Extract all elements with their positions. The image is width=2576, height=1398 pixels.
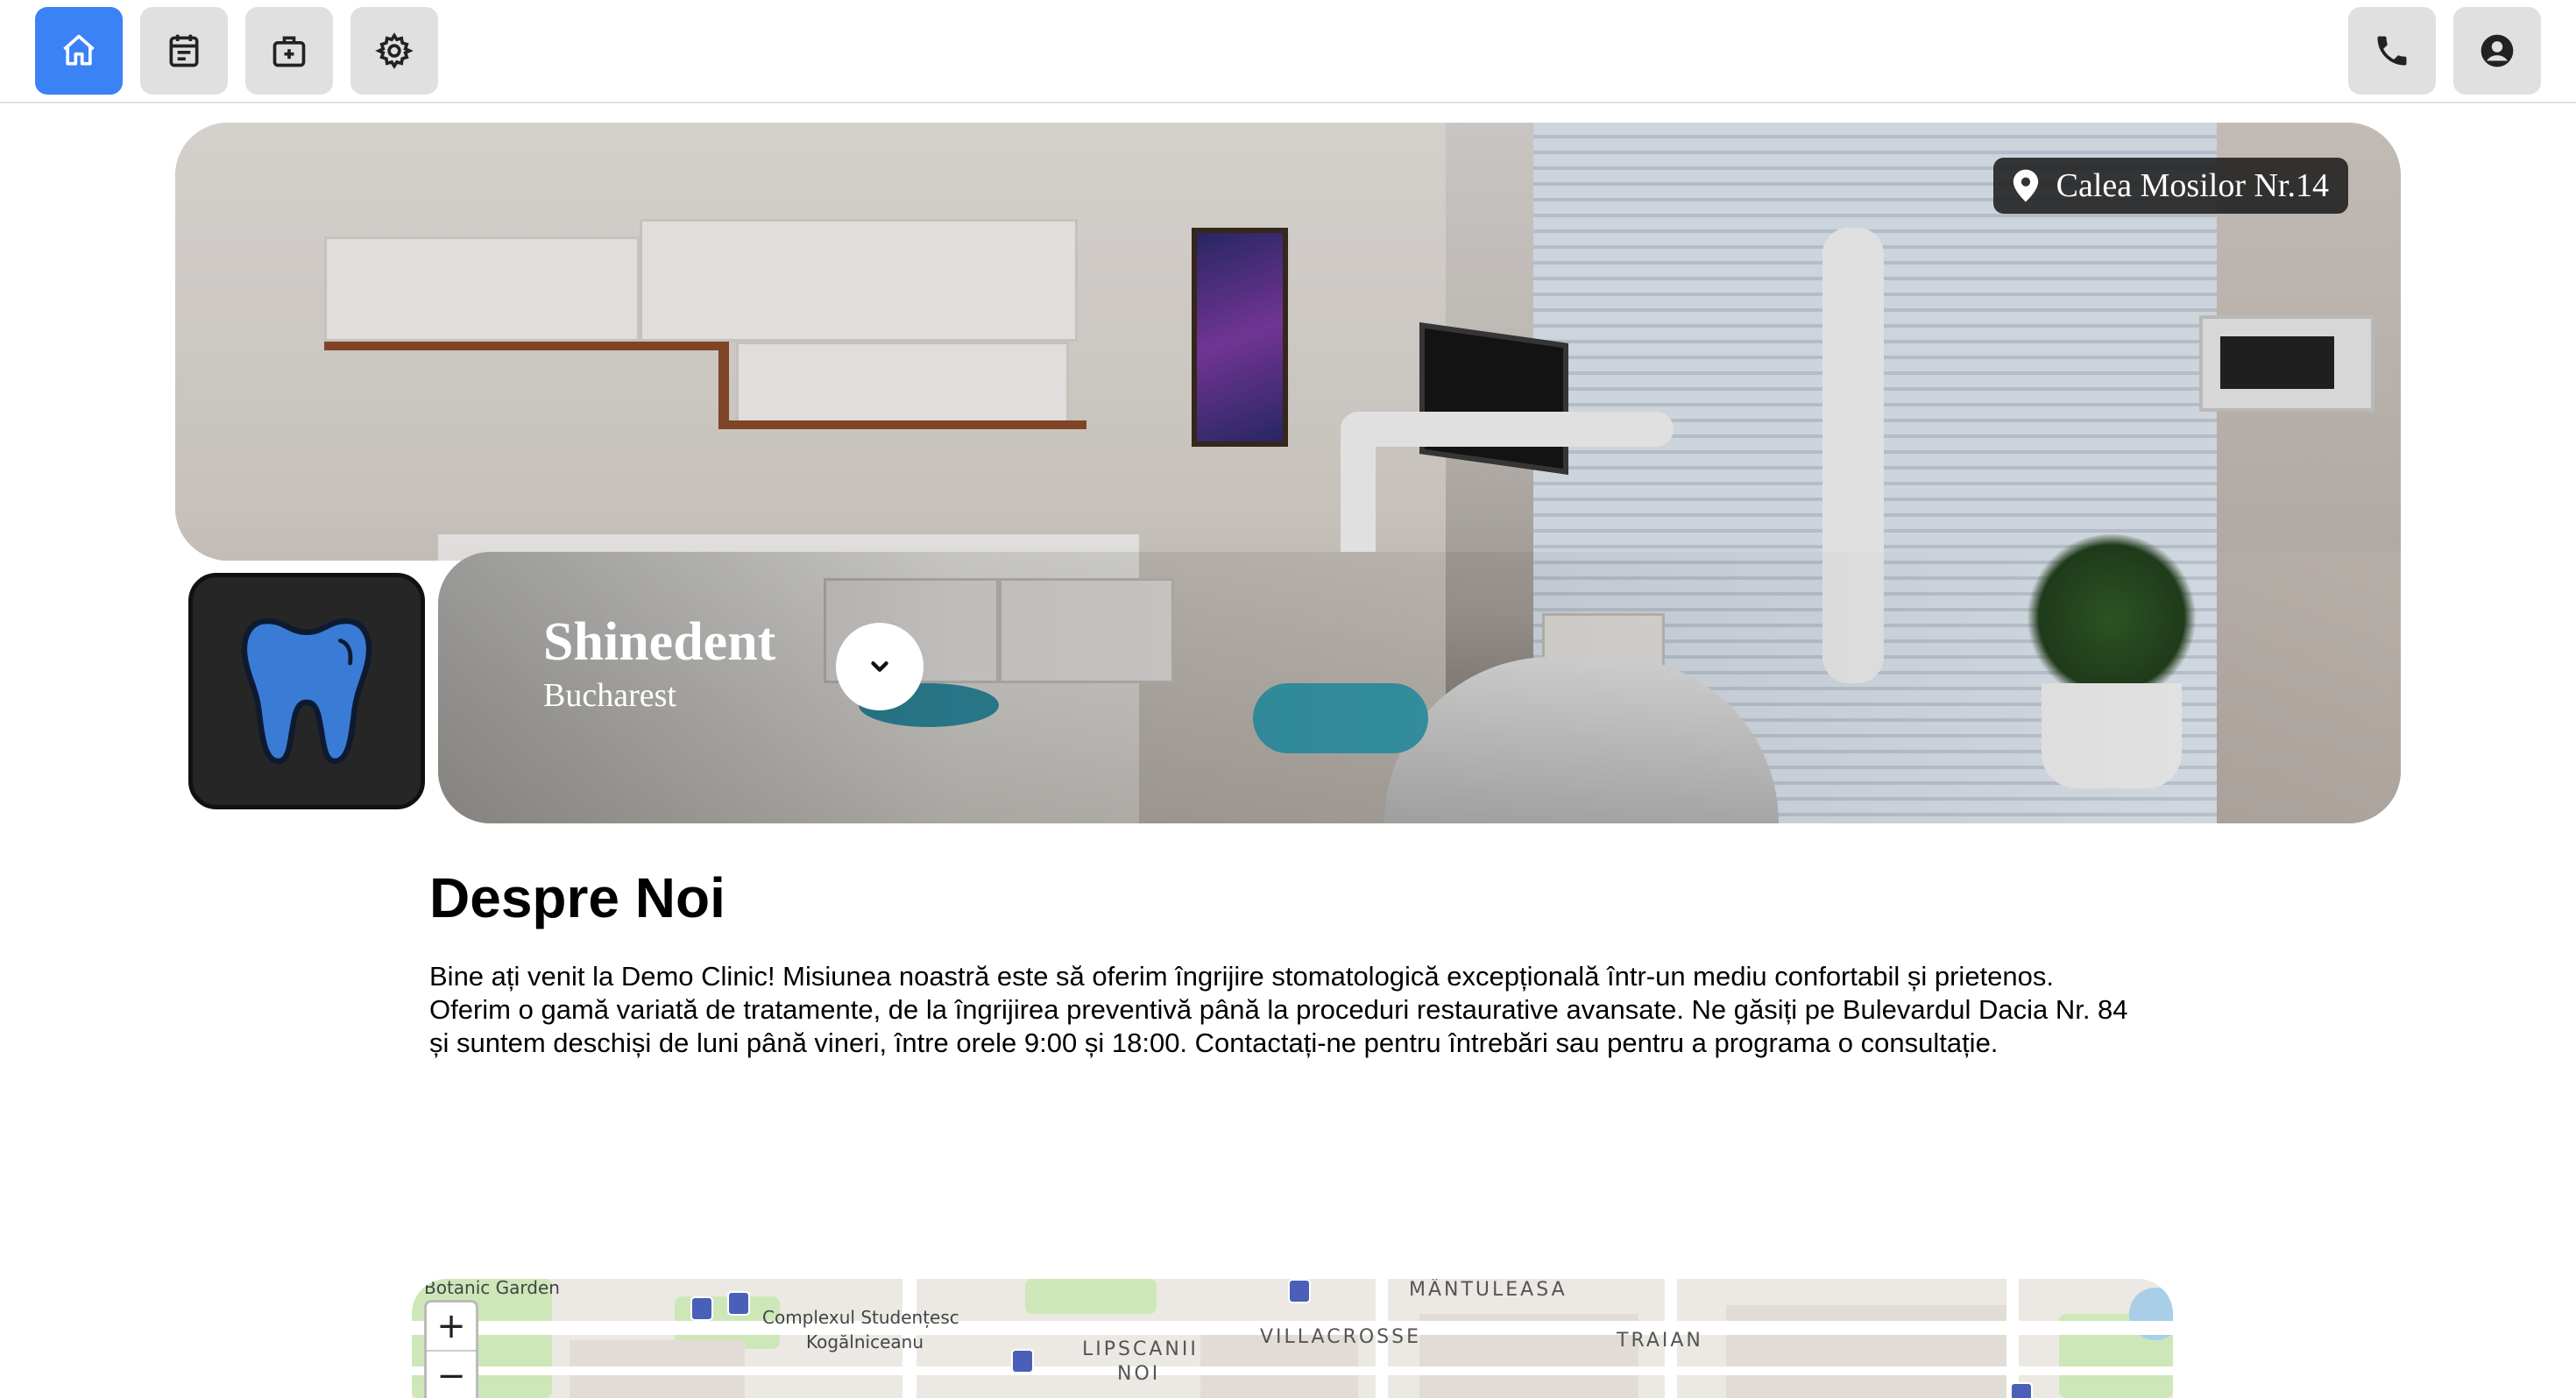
tooth-icon xyxy=(241,618,372,765)
clinic-city: Bucharest xyxy=(543,677,676,714)
medical-kit-icon xyxy=(272,36,306,67)
transit-stop-icon[interactable] xyxy=(2010,1382,2033,1398)
calendar-icon xyxy=(169,34,199,67)
top-navigation-bar xyxy=(0,0,2576,103)
clinic-logo xyxy=(188,573,425,809)
transit-stop-icon[interactable] xyxy=(1288,1279,1311,1303)
map-zoom-controls: + − xyxy=(424,1300,478,1398)
map-label-mantuleasa: MÂNTULEASA xyxy=(1409,1279,1568,1301)
phone-icon xyxy=(2377,36,2407,66)
account-button[interactable] xyxy=(2453,7,2541,95)
home-button[interactable] xyxy=(35,7,123,95)
location-pin-icon xyxy=(2013,169,2038,202)
clinic-address: Calea Mosilor Nr.14 xyxy=(2056,167,2329,204)
clinic-info-panel xyxy=(438,552,2401,823)
clinic-name: Shinedent xyxy=(543,612,776,672)
address-badge: Calea Mosilor Nr.14 xyxy=(1992,158,2348,214)
gear-icon xyxy=(375,32,414,69)
zoom-out-button[interactable]: − xyxy=(427,1352,476,1398)
zoom-in-button[interactable]: + xyxy=(427,1303,476,1352)
transit-stop-icon[interactable] xyxy=(1011,1349,1034,1373)
about-title: Despre Noi xyxy=(429,866,725,929)
transit-stop-icon[interactable] xyxy=(690,1296,713,1321)
call-button[interactable] xyxy=(2348,7,2436,95)
home-icon xyxy=(63,34,95,66)
clinic-cover-photo: Calea Mosilor Nr.14 xyxy=(175,123,2401,561)
expand-clinic-info-button[interactable] xyxy=(836,623,924,710)
map-label-lipscanii-1: LIPSCANII xyxy=(1082,1338,1199,1360)
services-button[interactable] xyxy=(245,7,333,95)
clinic-hero-banner: Calea Mosilor Nr.14 xyxy=(175,123,2401,823)
chevron-down-icon xyxy=(871,661,888,672)
map-label-botanic: Botanic Garden xyxy=(424,1279,560,1298)
about-description: Bine ați venit la Demo Clinic! Misiunea … xyxy=(429,961,2128,1058)
map-label-lipscanii-2: NOI xyxy=(1117,1363,1161,1385)
map-label-complex-2: Kogălniceanu xyxy=(806,1331,924,1352)
settings-button[interactable] xyxy=(350,7,438,95)
account-icon xyxy=(2480,34,2514,67)
map-label-complex-1: Complexul Studențesc xyxy=(762,1307,959,1328)
map-label-villacrosse: VILLACROSSE xyxy=(1260,1326,1422,1348)
location-map[interactable]: Botanic Garden Complexul Studențesc Kogă… xyxy=(412,1279,2173,1398)
transit-stop-icon[interactable] xyxy=(727,1291,750,1316)
appointments-button[interactable] xyxy=(140,7,228,95)
map-label-traian: TRAIAN xyxy=(1617,1330,1703,1352)
